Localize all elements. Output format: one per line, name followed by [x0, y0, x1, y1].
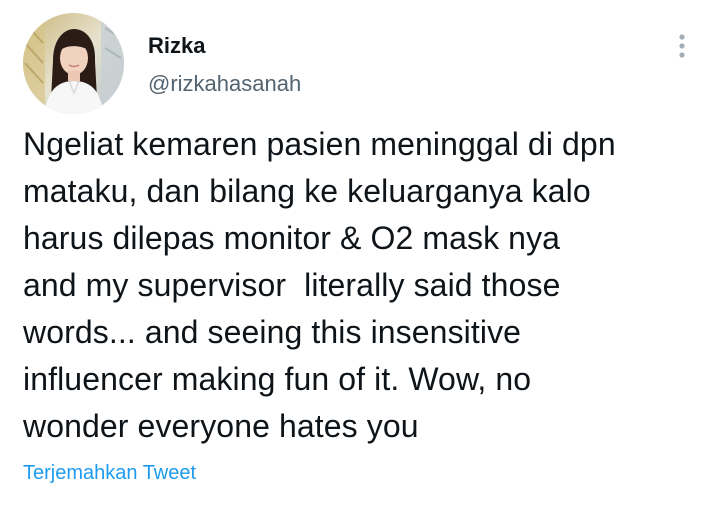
tweet-text-line: Ngeliat kemaren pasien meninggal di dpn [23, 126, 616, 162]
more-options-button[interactable] [668, 28, 696, 64]
tweet-text-line: and my supervisor literally said those [23, 267, 561, 303]
avatar[interactable] [23, 13, 124, 114]
tweet-text-line: wonder everyone hates you [23, 408, 419, 444]
avatar-image [23, 13, 124, 114]
tweet-text-line: influencer making fun of it. Wow, no [23, 361, 532, 397]
author-handle[interactable]: @rizkahasanah [148, 71, 301, 97]
tweet-text-line: mataku, dan bilang ke keluarganya kalo [23, 173, 591, 209]
tweet-text-line: words... and seeing this insensitive [23, 314, 522, 350]
author-display-name[interactable]: Rizka [148, 33, 205, 59]
tweet-text-line: harus dilepas monitor & O2 mask nya [23, 220, 561, 256]
more-vertical-icon [679, 34, 685, 58]
tweet-text: Ngeliat kemaren pasien meninggal di dpn … [23, 121, 713, 450]
translate-tweet-link[interactable]: Terjemahkan Tweet [23, 461, 196, 485]
tweet-card: Rizka @rizkahasanah Ngeliat kemaren pasi… [0, 0, 719, 505]
